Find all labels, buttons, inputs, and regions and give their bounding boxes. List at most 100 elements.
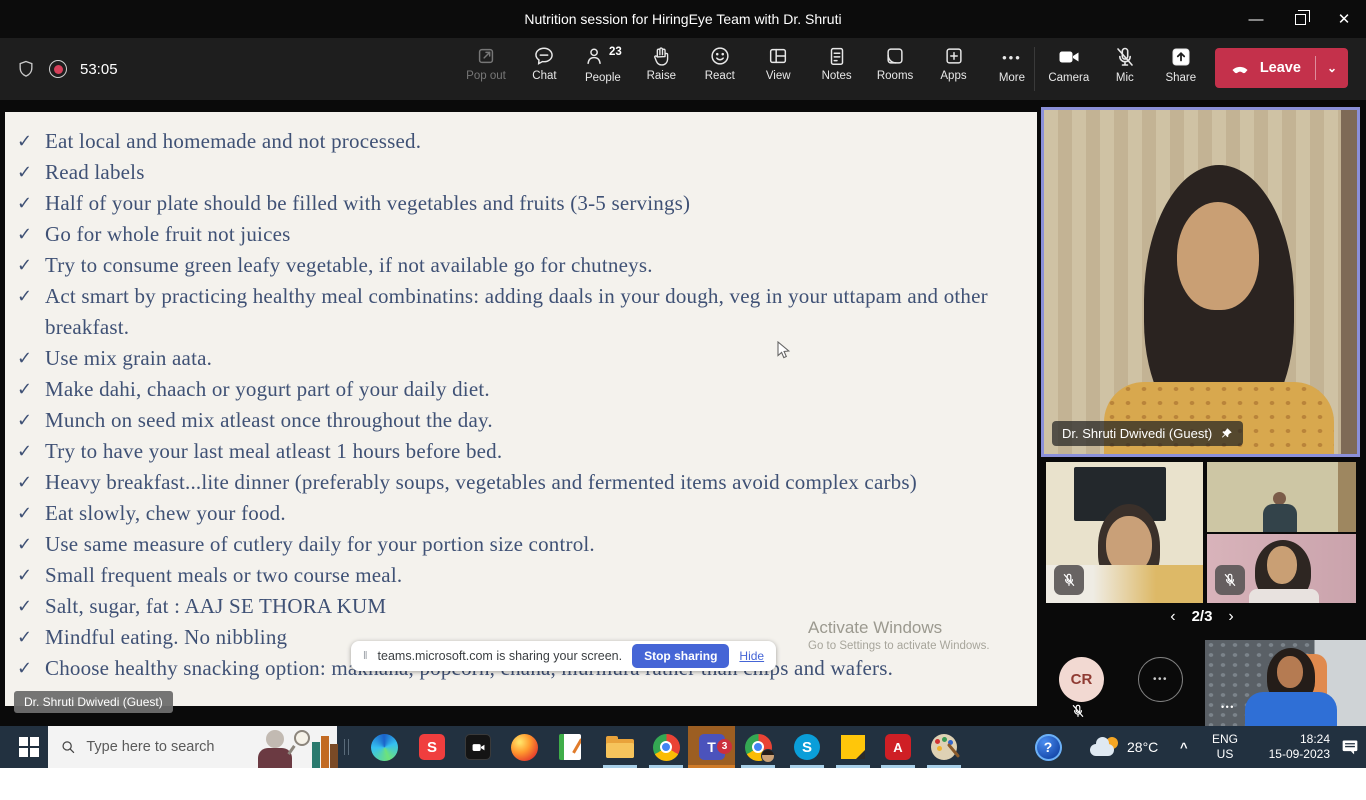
taskbar-help-icon[interactable]: ?	[1034, 733, 1062, 761]
art-shape	[258, 748, 292, 768]
share-icon	[1169, 45, 1193, 69]
weather-widget[interactable]: 28°C	[1090, 726, 1158, 768]
more-participants-button[interactable]: •••	[1138, 657, 1183, 702]
leave-options-button[interactable]: ⌄	[1316, 61, 1348, 75]
search-input[interactable]	[86, 739, 236, 755]
avatar-initials: CR	[1071, 671, 1093, 688]
taskbar-chrome-icon[interactable]	[652, 733, 680, 761]
close-button[interactable]: ✕	[1322, 0, 1366, 38]
chrome-icon	[653, 734, 680, 761]
list-item: ✓Make dahi, chaach or yogurt part of you…	[15, 374, 1033, 405]
taskbar-video-app-icon[interactable]	[464, 733, 492, 761]
pop-out-icon	[475, 45, 497, 67]
taskbar-teams-icon-active[interactable]: T 3	[688, 726, 735, 768]
check-icon: ✓	[15, 188, 45, 219]
restore-button[interactable]	[1278, 0, 1322, 38]
participant-video-thumbnail[interactable]	[1207, 534, 1356, 603]
rooms-icon	[884, 45, 906, 67]
view-button[interactable]: View	[756, 45, 800, 84]
taskbar-acrobat-icon[interactable]: A	[884, 733, 912, 761]
language-indicator[interactable]: ENG US	[1212, 726, 1238, 768]
share-button[interactable]: Share	[1159, 45, 1203, 84]
people-button[interactable]: 23 People	[581, 45, 625, 84]
notification-icon	[1340, 738, 1360, 756]
video-app-icon	[465, 734, 491, 760]
search-box-artwork	[246, 726, 337, 768]
video-art-shape	[1341, 110, 1357, 454]
camera-button[interactable]: Camera	[1047, 45, 1091, 84]
start-button[interactable]	[10, 726, 48, 768]
tray-overflow-button[interactable]: ^	[1180, 726, 1188, 768]
list-item: ✓Munch on seed mix atleast once througho…	[15, 405, 1033, 436]
check-icon: ✓	[15, 591, 45, 622]
taskbar-skype-icon[interactable]: S	[793, 733, 821, 761]
video-art-shape	[1177, 202, 1259, 310]
notes-app-icon	[559, 734, 581, 760]
edge-icon	[371, 734, 398, 761]
taskbar-notes-app-icon[interactable]	[556, 733, 584, 761]
pin-icon	[1220, 427, 1233, 440]
close-icon: ✕	[1338, 10, 1351, 28]
share-banner-message: teams.microsoft.com is sharing your scre…	[378, 649, 623, 663]
list-item: ✓Half of your plate should be filled wit…	[15, 188, 1033, 219]
gallery-pagination: ‹ 2/3 ›	[1150, 604, 1254, 630]
stop-sharing-button[interactable]: Stop sharing	[632, 644, 729, 668]
taskbar-sticky-notes-icon[interactable]	[839, 733, 867, 761]
leave-button[interactable]: Leave	[1215, 57, 1315, 79]
participant-video-thumbnail[interactable]: •••	[1205, 640, 1366, 726]
chevron-down-icon: ⌄	[1327, 61, 1337, 75]
action-center-button[interactable]	[1340, 726, 1360, 768]
participant-video-thumbnail[interactable]	[1046, 462, 1203, 603]
taskbar-edge-icon[interactable]	[370, 733, 398, 761]
acrobat-icon: A	[885, 734, 911, 760]
art-shape	[312, 742, 320, 768]
participant-avatar[interactable]: CR	[1059, 657, 1104, 702]
video-art-shape	[1249, 589, 1319, 603]
help-icon: ?	[1035, 734, 1062, 761]
restore-icon	[1295, 14, 1306, 25]
view-layout-icon	[767, 45, 789, 67]
participant-video-thumbnail[interactable]	[1207, 462, 1356, 532]
apps-button[interactable]: Apps	[932, 45, 976, 84]
chrome-icon	[745, 734, 772, 761]
meeting-timer: 53:05	[80, 61, 118, 78]
screen-share-banner: ‖ teams.microsoft.com is sharing your sc…	[351, 641, 776, 671]
teams-notification-badge: 3	[717, 739, 732, 754]
teams-meeting-window: Nutrition session for HiringEye Team wit…	[0, 0, 1366, 800]
check-icon: ✓	[15, 126, 45, 157]
chevron-up-icon: ^	[1180, 740, 1188, 755]
video-camera-icon	[471, 740, 486, 755]
taskbar-red-app-icon[interactable]: S	[418, 733, 446, 761]
notes-button[interactable]: Notes	[815, 45, 859, 84]
raise-hand-button[interactable]: Raise	[639, 45, 683, 84]
hide-banner-link[interactable]: Hide	[739, 649, 764, 663]
taskbar-file-explorer-icon[interactable]	[606, 733, 634, 761]
minimize-button[interactable]: —	[1234, 0, 1278, 38]
sticky-notes-icon	[841, 735, 865, 759]
pop-out-button[interactable]: Pop out	[464, 45, 508, 84]
rooms-button[interactable]: Rooms	[873, 45, 917, 84]
react-button[interactable]: React	[698, 45, 742, 84]
mic-muted-icon	[1070, 703, 1086, 719]
hangup-phone-icon	[1229, 57, 1251, 79]
check-icon: ✓	[15, 653, 45, 684]
skype-icon: S	[794, 734, 820, 760]
more-button[interactable]: ••• More	[990, 45, 1034, 84]
presenter-name-chip: Dr. Shruti Dwivedi (Guest)	[14, 691, 173, 713]
pinned-participant-video[interactable]: Dr. Shruti Dwivedi (Guest)	[1041, 107, 1360, 457]
minimize-icon: —	[1249, 11, 1264, 28]
shield-icon	[16, 59, 36, 79]
taskbar-chrome-profile-icon[interactable]	[744, 733, 772, 761]
taskbar-paint-icon[interactable]	[930, 733, 958, 761]
mouse-cursor	[775, 341, 792, 360]
chat-button[interactable]: Chat	[522, 45, 566, 84]
next-page-button[interactable]: ›	[1228, 604, 1233, 630]
taskbar-clock[interactable]: 18:24 15-09-2023	[1258, 726, 1330, 768]
previous-page-button[interactable]: ‹	[1170, 604, 1175, 630]
taskbar-firefox-icon[interactable]	[510, 733, 538, 761]
drag-handle-icon[interactable]: ‖	[363, 650, 368, 662]
check-icon: ✓	[15, 219, 45, 250]
windows-taskbar: S T 3 S A ?	[0, 726, 1366, 768]
taskbar-search-box[interactable]	[48, 726, 337, 768]
mic-button[interactable]: Mic	[1103, 45, 1147, 84]
